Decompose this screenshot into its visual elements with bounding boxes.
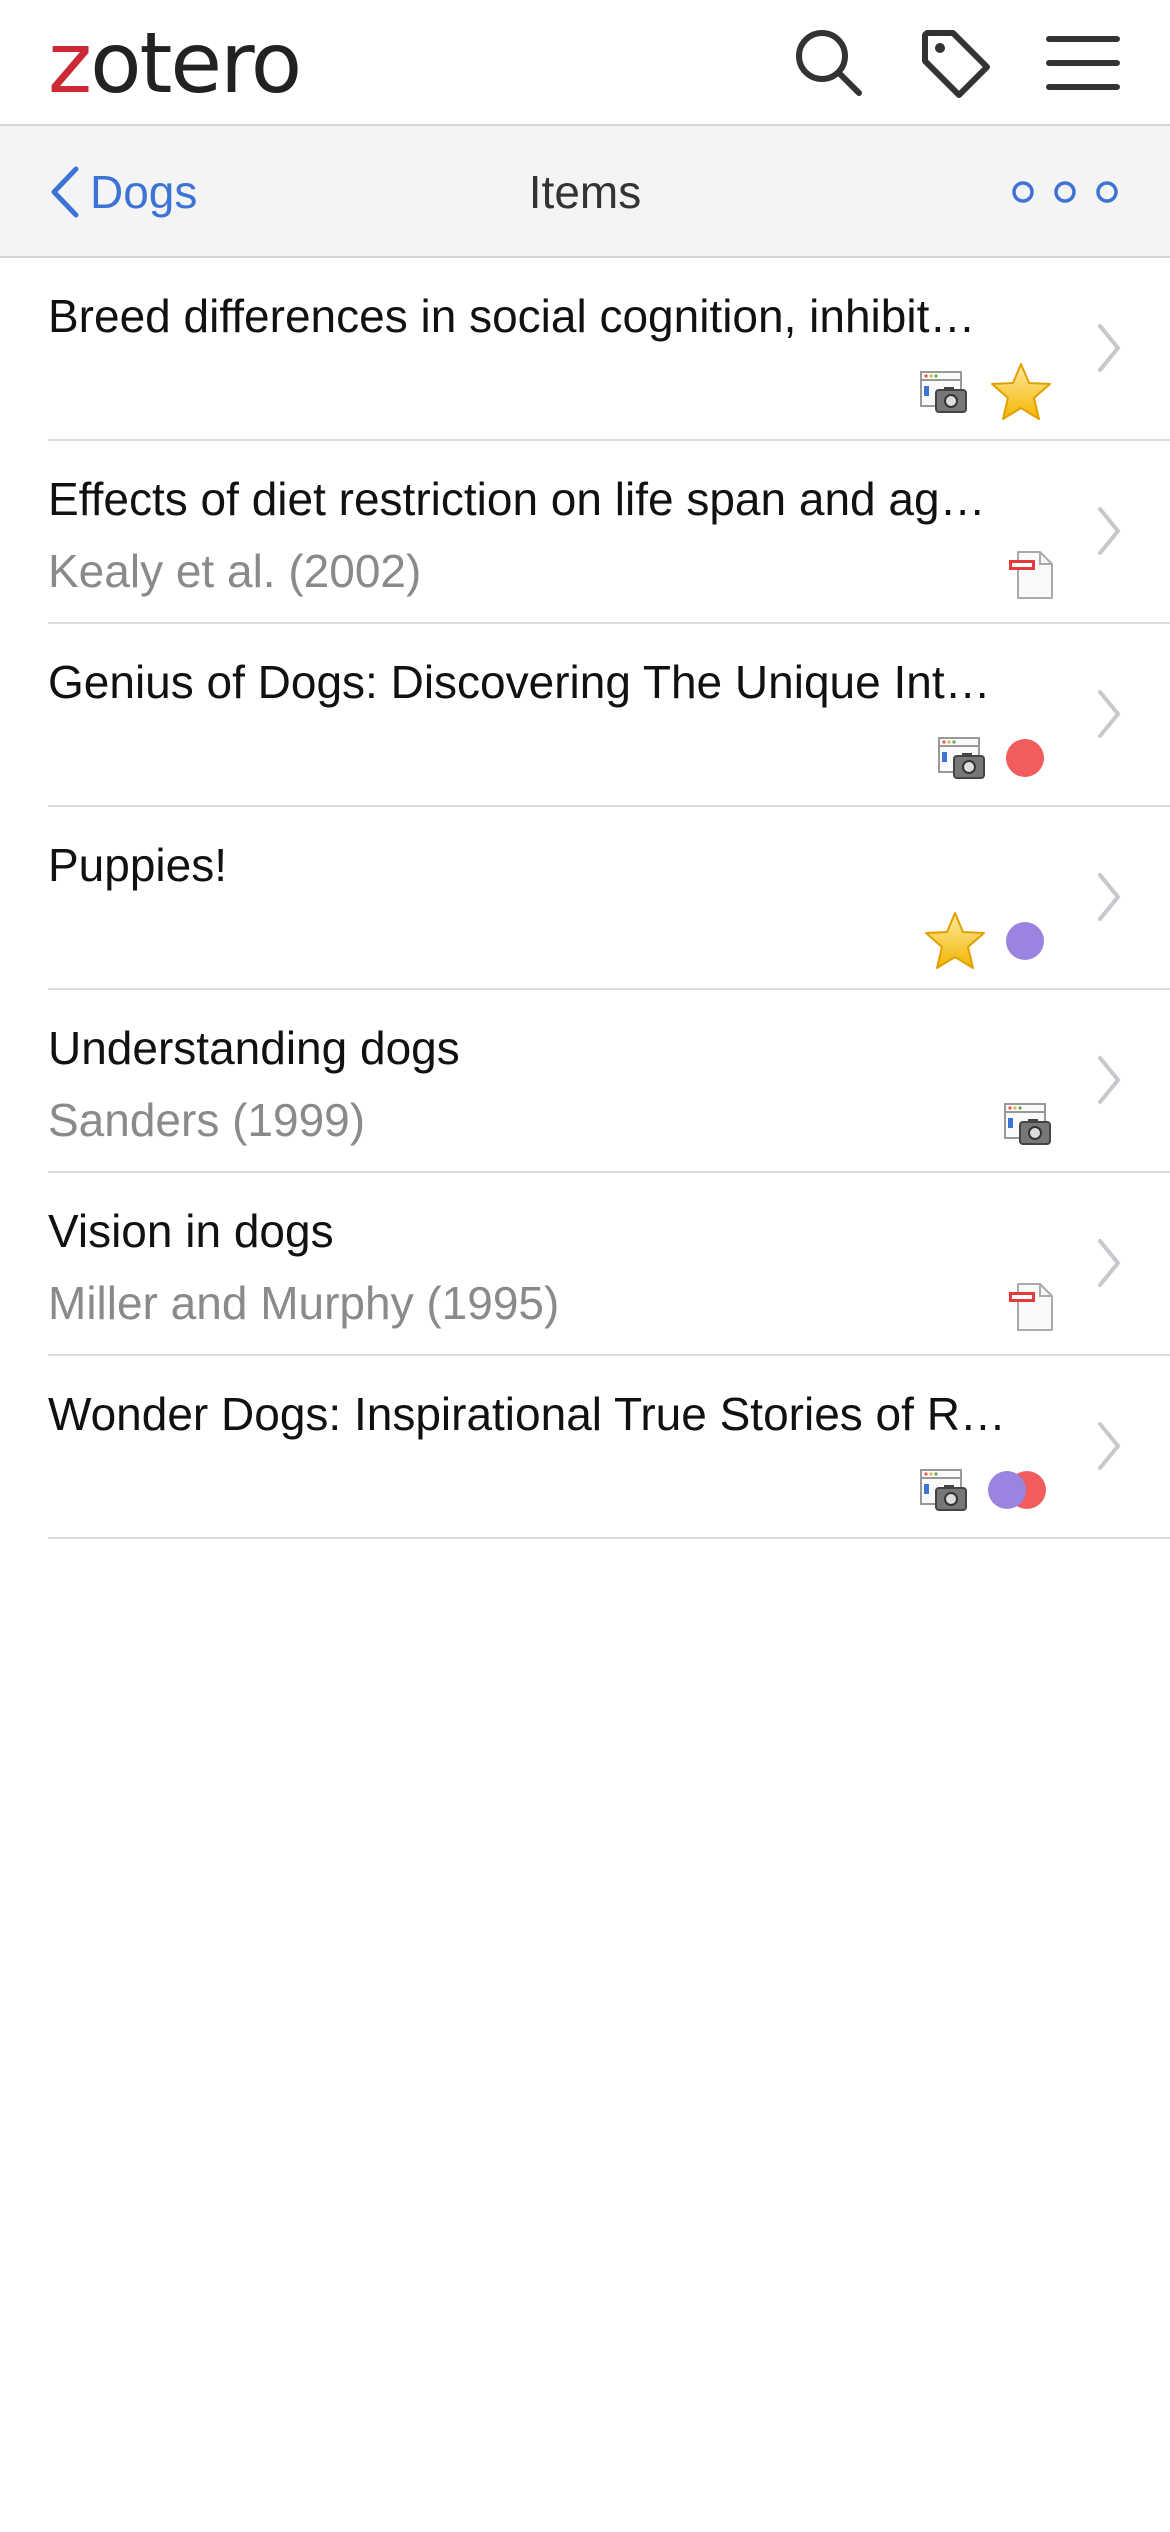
item-title: Breed differences in social cognition, i…	[48, 290, 976, 342]
item-creator-year: Sanders (1999)	[48, 1094, 366, 1146]
red-tag-icon	[1006, 739, 1044, 777]
item-icons	[920, 352, 1054, 432]
list-item[interactable]: Puppies!	[0, 807, 1170, 990]
item-title: Puppies!	[48, 839, 228, 891]
snapshot-icon	[938, 737, 985, 779]
item-title: Genius of Dogs: Discovering The Unique I…	[48, 656, 991, 708]
purple-tag-icon	[988, 1471, 1026, 1509]
chevron-right-icon	[1098, 873, 1120, 921]
chevron-right-icon	[1098, 507, 1120, 555]
list-item[interactable]: Breed differences in social cognition, i…	[0, 258, 1170, 441]
zotero-app: zotero Dogs Items Breed differences in s…	[0, 0, 1170, 2532]
pdf-icon	[1009, 1283, 1053, 1331]
chevron-right-icon	[1098, 690, 1120, 738]
item-icons	[1004, 1084, 1054, 1164]
snapshot-icon	[920, 371, 967, 413]
item-creator-year: Kealy et al. (2002)	[48, 545, 422, 597]
chevron-right-icon	[1098, 1239, 1120, 1287]
list-item[interactable]: Effects of diet restriction on life span…	[0, 441, 1170, 624]
pdf-icon	[1009, 551, 1053, 599]
item-icons	[938, 718, 1044, 798]
tag-icon[interactable]	[910, 18, 1000, 108]
back-button-label: Dogs	[90, 166, 198, 218]
row-divider	[48, 1537, 1170, 1539]
chevron-left-icon	[51, 166, 79, 218]
ellipsis-icon	[1012, 181, 1118, 203]
star-icon	[925, 912, 985, 969]
item-creator-year: Miller and Murphy (1995)	[48, 1277, 560, 1329]
star-icon	[991, 363, 1051, 420]
item-icons	[1008, 1267, 1054, 1347]
item-title: Understanding dogs	[48, 1022, 460, 1074]
purple-tag-icon	[1006, 922, 1044, 960]
list-item[interactable]: Genius of Dogs: Discovering The Unique I…	[0, 624, 1170, 807]
item-icons	[1008, 535, 1054, 615]
snapshot-icon	[1004, 1103, 1051, 1145]
search-icon[interactable]	[784, 18, 874, 108]
more-options-button[interactable]	[1000, 156, 1130, 228]
snapshot-icon	[920, 1469, 967, 1511]
item-title: Wonder Dogs: Inspirational True Stories …	[48, 1388, 1006, 1440]
chevron-right-icon	[1098, 1422, 1120, 1470]
list-item[interactable]: Understanding dogs Sanders (1999)	[0, 990, 1170, 1173]
zotero-logo: zotero	[48, 14, 302, 112]
list-item[interactable]: Vision in dogs Miller and Murphy (1995)	[0, 1173, 1170, 1356]
back-button[interactable]: Dogs	[48, 152, 197, 232]
hamburger-menu-icon[interactable]	[1038, 18, 1128, 108]
item-title: Effects of diet restriction on life span…	[48, 473, 986, 525]
items-list: Breed differences in social cognition, i…	[0, 258, 1170, 1539]
item-icons	[920, 1450, 1046, 1530]
navigation-bar: Dogs Items	[0, 126, 1170, 258]
item-icons	[922, 901, 1044, 981]
top-header: zotero	[0, 0, 1170, 126]
item-title: Vision in dogs	[48, 1205, 334, 1257]
tag-dots-icon	[988, 1470, 1046, 1510]
list-item[interactable]: Wonder Dogs: Inspirational True Stories …	[0, 1356, 1170, 1539]
chevron-right-icon	[1098, 324, 1120, 372]
chevron-right-icon	[1098, 1056, 1120, 1104]
